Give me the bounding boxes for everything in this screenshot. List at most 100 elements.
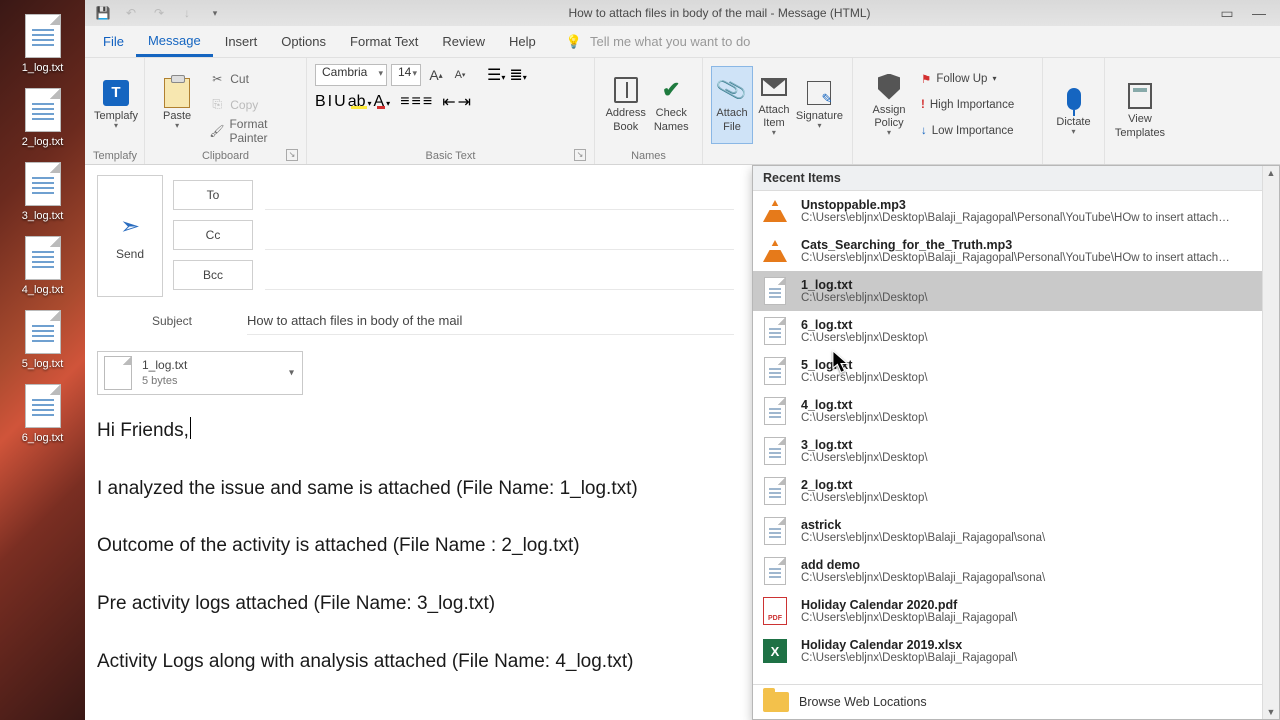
body-paragraph: Pre activity logs attached (File Name: 3…	[97, 591, 734, 617]
flag-icon: ⚑	[921, 72, 931, 86]
dropdown-scrollbar[interactable]: ▲▼	[1262, 166, 1279, 719]
bold-button[interactable]: B	[315, 93, 326, 111]
recent-item[interactable]: 4_log.txtC:\Users\ebljnx\Desktop\	[753, 391, 1279, 431]
send-button[interactable]: ➣ Send	[97, 175, 163, 297]
dictate-button[interactable]: Dictate▾	[1051, 72, 1096, 150]
to-field[interactable]	[265, 180, 734, 210]
recent-item[interactable]: 2_log.txtC:\Users\ebljnx\Desktop\	[753, 471, 1279, 511]
bcc-button[interactable]: Bcc	[173, 260, 253, 290]
file-type-icon	[761, 436, 789, 466]
tab-help[interactable]: Help	[497, 26, 548, 57]
tell-me[interactable]: 💡 Tell me what you want to do	[566, 26, 751, 57]
window-title: How to attach files in body of the mail …	[233, 6, 1206, 20]
font-name-select[interactable]: Cambria	[315, 64, 387, 86]
address-book-button[interactable]: Address Book	[603, 66, 649, 144]
font-size-select[interactable]: 14	[391, 64, 421, 86]
recent-item-path: C:\Users\ebljnx\Desktop\Balaji_Rajagopal…	[801, 572, 1269, 584]
desktop-file[interactable]: 1_log.txt	[8, 14, 78, 74]
indent-decrease-button[interactable]: ⇤	[442, 92, 455, 112]
message-body[interactable]: Hi Friends,I analyzed the issue and same…	[97, 417, 734, 674]
bcc-field[interactable]	[265, 260, 734, 290]
desktop-file[interactable]: 5_log.txt	[8, 310, 78, 370]
desktop-file[interactable]: 3_log.txt	[8, 162, 78, 222]
ribbon: TTemplafy▾ Templafy Paste▾ ✂Cut ⎘Copy 🖌F…	[85, 58, 1280, 165]
recent-item-name: Unstoppable.mp3	[801, 198, 1269, 212]
recent-item[interactable]: 1_log.txtC:\Users\ebljnx\Desktop\	[753, 271, 1279, 311]
recent-item-path: C:\Users\ebljnx\Desktop\	[801, 452, 1269, 464]
save-icon[interactable]: 💾	[95, 5, 111, 21]
copy-button[interactable]: ⎘Copy	[205, 93, 298, 117]
tab-format-text[interactable]: Format Text	[338, 26, 430, 57]
file-type-icon	[761, 556, 789, 586]
italic-button[interactable]: I	[328, 93, 332, 111]
recent-item[interactable]: XHoliday Calendar 2019.xlsxC:\Users\eblj…	[753, 631, 1279, 671]
recent-item[interactable]: astrickC:\Users\ebljnx\Desktop\Balaji_Ra…	[753, 511, 1279, 551]
recent-item[interactable]: 6_log.txtC:\Users\ebljnx\Desktop\	[753, 311, 1279, 351]
grow-font-button[interactable]: A▴	[425, 64, 447, 86]
tab-file[interactable]: File	[91, 26, 136, 57]
scroll-down-icon[interactable]: ▼	[1267, 707, 1276, 717]
recent-item-path: C:\Users\ebljnx\Desktop\Balaji_Rajagopal…	[801, 532, 1269, 544]
format-painter-button[interactable]: 🖌Format Painter	[205, 119, 298, 143]
attachment-chip[interactable]: 1_log.txt 5 bytes ▾	[97, 351, 303, 395]
subject-label: Subject	[97, 314, 247, 328]
cc-button[interactable]: Cc	[173, 220, 253, 250]
recent-item[interactable]: 5_log.txtC:\Users\ebljnx\Desktop\	[753, 351, 1279, 391]
tab-review[interactable]: Review	[430, 26, 497, 57]
align-center-button[interactable]: ≡	[412, 93, 421, 111]
underline-button[interactable]: U	[334, 93, 346, 111]
font-color-button[interactable]: A▾	[374, 93, 391, 111]
desktop-file[interactable]: 2_log.txt	[8, 88, 78, 148]
ribbon-options-icon[interactable]: ▭	[1220, 6, 1234, 20]
numbering-button[interactable]: ≣▾	[509, 65, 526, 85]
clipboard-dialog-icon[interactable]: ↘	[286, 149, 298, 161]
recent-item[interactable]: add demoC:\Users\ebljnx\Desktop\Balaji_R…	[753, 551, 1279, 591]
view-templates-button[interactable]: View Templates	[1113, 72, 1167, 150]
basictext-dialog-icon[interactable]: ↘	[574, 149, 586, 161]
indent-increase-button[interactable]: ⇥	[458, 92, 471, 112]
qat-customize-icon[interactable]: ▾	[207, 5, 223, 21]
file-type-icon	[761, 476, 789, 506]
low-importance-button[interactable]: ↓Low Importance	[917, 119, 1018, 143]
cc-field[interactable]	[265, 220, 734, 250]
recent-item[interactable]: 3_log.txtC:\Users\ebljnx\Desktop\	[753, 431, 1279, 471]
bullets-button[interactable]: ☰▾	[487, 65, 505, 85]
tab-options[interactable]: Options	[269, 26, 338, 57]
cut-button[interactable]: ✂Cut	[205, 67, 298, 91]
desktop-file[interactable]: 4_log.txt	[8, 236, 78, 296]
redo-icon[interactable]: ↷	[151, 5, 167, 21]
to-button[interactable]: To	[173, 180, 253, 210]
assign-policy-button[interactable]: Assign Policy▾	[861, 66, 917, 144]
attach-file-button[interactable]: 📎Attach File	[711, 66, 753, 144]
minimize-icon[interactable]: —	[1252, 6, 1266, 20]
browse-web-locations[interactable]: Browse Web Locations	[753, 684, 1279, 719]
shrink-font-button[interactable]: A▾	[449, 64, 471, 86]
subject-field[interactable]	[247, 307, 734, 335]
recent-item[interactable]: Holiday Calendar 2020.pdfC:\Users\ebljnx…	[753, 591, 1279, 631]
undo-icon[interactable]: ↶	[123, 5, 139, 21]
paste-button[interactable]: Paste▾	[153, 66, 201, 144]
follow-up-button[interactable]: ⚑Follow Up▾	[917, 67, 1018, 91]
highlight-button[interactable]: ab▾	[348, 93, 372, 111]
signature-button[interactable]: Signature▾	[795, 66, 844, 144]
recent-item-name: 4_log.txt	[801, 398, 1269, 412]
tab-insert[interactable]: Insert	[213, 26, 270, 57]
recent-item-path: C:\Users\ebljnx\Desktop\	[801, 492, 1269, 504]
tab-message[interactable]: Message	[136, 26, 213, 57]
align-left-button[interactable]: ≡	[400, 93, 409, 111]
file-type-icon	[761, 316, 789, 346]
group-names: Names	[603, 147, 694, 164]
templafy-button[interactable]: TTemplafy▾	[93, 66, 139, 144]
scroll-up-icon[interactable]: ▲	[1267, 168, 1276, 178]
recent-item-path: C:\Users\ebljnx\Desktop\Balaji_Rajagopal…	[801, 212, 1269, 224]
align-right-button[interactable]: ≡	[423, 93, 432, 111]
down-icon[interactable]: ↓	[179, 5, 195, 21]
attach-item-button[interactable]: Attach Item▾	[753, 66, 795, 144]
high-importance-button[interactable]: !High Importance	[917, 93, 1018, 117]
file-type-icon	[761, 196, 789, 226]
desktop-file[interactable]: 6_log.txt	[8, 384, 78, 444]
recent-item-name: 2_log.txt	[801, 478, 1269, 492]
recent-item[interactable]: Unstoppable.mp3C:\Users\ebljnx\Desktop\B…	[753, 191, 1279, 231]
recent-item[interactable]: Cats_Searching_for_the_Truth.mp3C:\Users…	[753, 231, 1279, 271]
check-names-button[interactable]: ✔Check Names	[649, 66, 695, 144]
